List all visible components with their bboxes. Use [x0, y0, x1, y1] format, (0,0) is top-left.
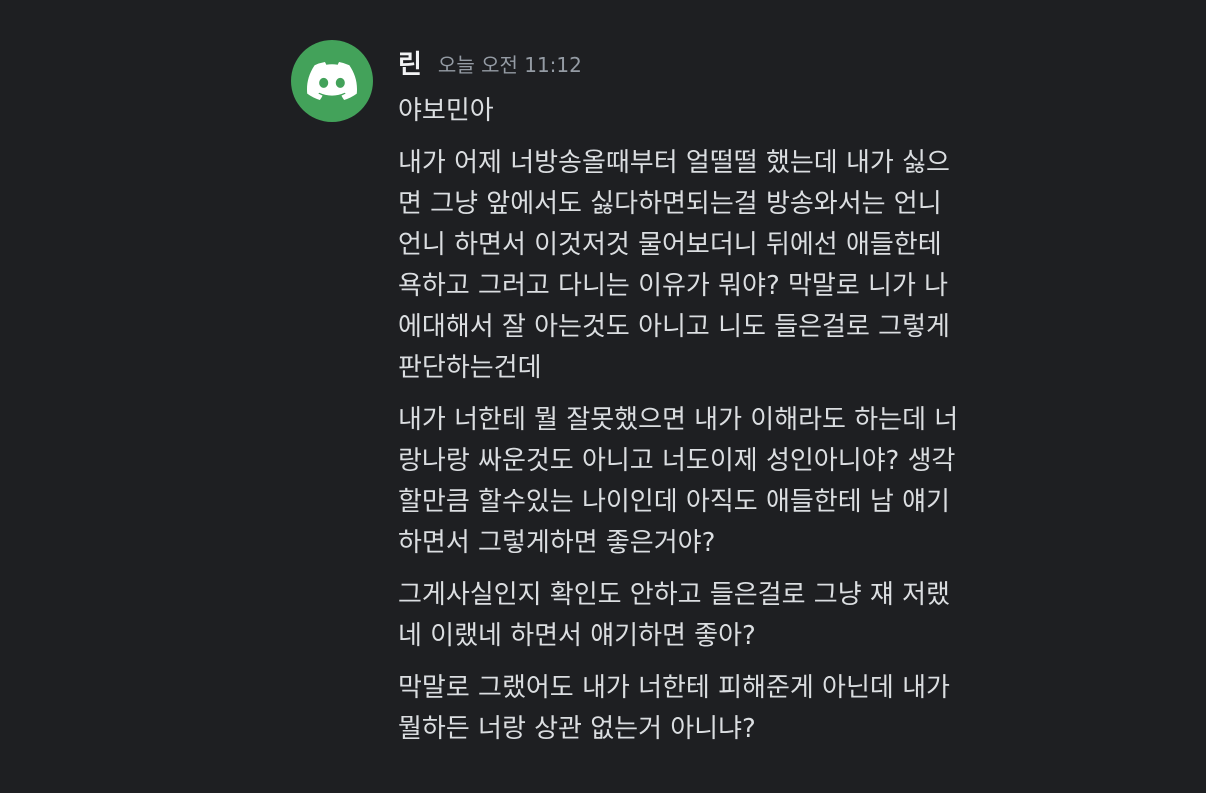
message-line: 내가 너한테 뭘 잘못했으면 내가 이해라도 하는데 너: [398, 405, 959, 435]
avatar[interactable]: [291, 40, 373, 122]
message-paragraph: 내가 너한테 뭘 잘못했으면 내가 이해라도 하는데 너 랑나랑 싸운것도 아니…: [398, 400, 1158, 564]
message-line: 할만큼 할수있는 나이인데 아직도 애들한테 남 얘기: [398, 487, 950, 517]
message-line: 그게사실인지 확인도 안하고 들은걸로 그냥 쟤 저랬: [398, 580, 950, 610]
message-paragraph: 내가 어제 너방송올때부터 얼떨떨 했는데 내가 싫으 면 그냥 앞에서도 싫다…: [398, 143, 1158, 389]
message-line: 야보민아: [398, 96, 494, 126]
message-line: 랑나랑 싸운것도 아니고 너도이제 성인아니야? 생각: [398, 446, 956, 476]
message-header: 린 오늘 오전 11:12: [398, 40, 1158, 90]
discord-logo-icon: [307, 62, 357, 100]
message-line: 판단하는건데: [398, 353, 542, 383]
message-paragraph: 막말로 그랬어도 내가 너한테 피해준게 아닌데 내가 뭘하든 너랑 상관 없는…: [398, 668, 1158, 750]
username[interactable]: 린: [398, 52, 422, 78]
message-paragraph: 야보민아: [398, 91, 1158, 132]
message-line: 하면서 그렇게하면 좋은거야?: [398, 528, 716, 558]
message-line: 언니 하면서 이것저것 물어보더니 뒤에선 애들한테: [398, 230, 942, 260]
message-line: 내가 어제 너방송올때부터 얼떨떨 했는데 내가 싫으: [398, 148, 950, 178]
message-content: 린 오늘 오전 11:12 야보민아 내가 어제 너방송올때부터 얼떨떨 했는데…: [398, 40, 1158, 750]
message-line: 네 이랬네 하면서 얘기하면 좋아?: [398, 621, 756, 651]
message-line: 뭘하든 너랑 상관 없는거 아니냐?: [398, 714, 756, 744]
timestamp: 오늘 오전 11:12: [437, 53, 582, 77]
message-line: 면 그냥 앞에서도 싫다하면되는걸 방송와서는 언니: [398, 189, 942, 219]
message-paragraph: 그게사실인지 확인도 안하고 들은걸로 그냥 쟤 저랬 네 이랬네 하면서 얘기…: [398, 575, 1158, 657]
message-line: 에대해서 잘 아는것도 아니고 니도 들은걸로 그렇게: [398, 312, 950, 342]
message-line: 욕하고 그러고 다니는 이유가 뭐야? 막말로 니가 나: [398, 271, 949, 301]
message-line: 막말로 그랬어도 내가 너한테 피해준게 아닌데 내가: [398, 673, 950, 703]
